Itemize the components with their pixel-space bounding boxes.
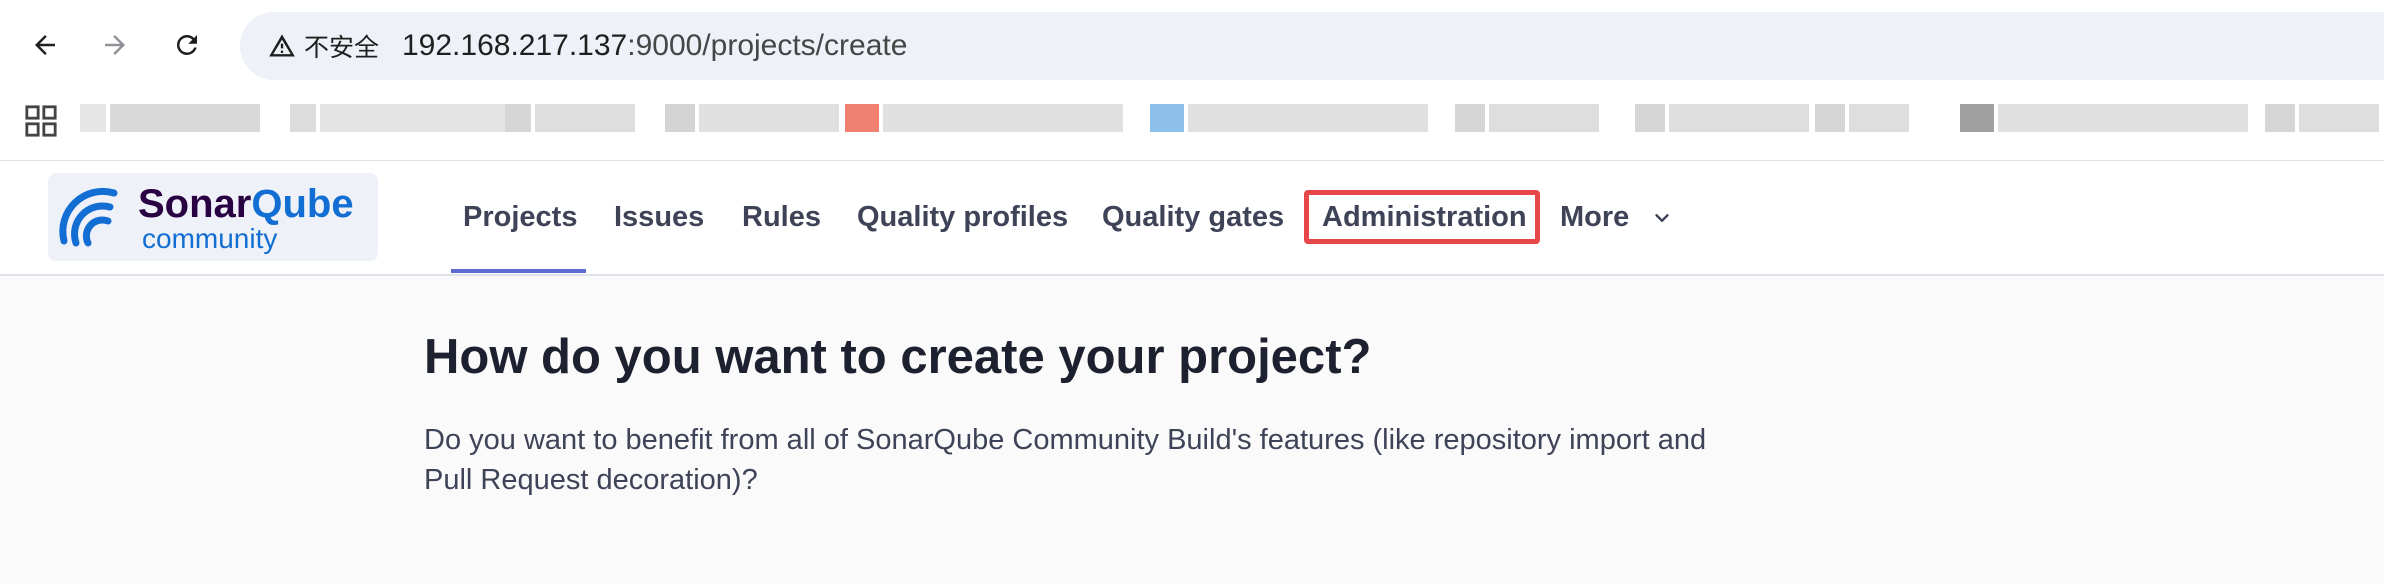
url-path: :9000/projects/create xyxy=(627,29,908,62)
back-button[interactable] xyxy=(22,22,68,68)
page-description: Do you want to benefit from all of Sonar… xyxy=(424,424,1707,496)
reload-button[interactable] xyxy=(164,22,210,68)
url-text[interactable]: 192.168.217.137:9000/projects/create xyxy=(402,26,907,66)
chevron-down-icon xyxy=(1655,214,1670,223)
logo-word-qube: Qube xyxy=(251,182,354,226)
nav-quality-gates[interactable]: Quality gates xyxy=(1102,197,1284,237)
active-tab-indicator xyxy=(451,269,586,273)
arrow-left-icon xyxy=(35,35,55,55)
warning-icon xyxy=(269,34,295,57)
logo-word-sonar: Sonar xyxy=(138,182,252,226)
bookmark-item[interactable] xyxy=(290,104,510,132)
page-title: How do you want to create your project? xyxy=(424,330,1372,384)
forward-button[interactable] xyxy=(92,22,138,68)
reload-icon xyxy=(176,34,197,55)
bookmark-item[interactable] xyxy=(1815,104,1909,132)
bookmark-item[interactable] xyxy=(1150,104,1428,132)
bookmark-item[interactable] xyxy=(80,104,260,132)
nav-more-label: More xyxy=(1560,201,1630,233)
arrow-right-icon xyxy=(105,35,125,55)
bookmark-item[interactable] xyxy=(1960,104,2248,132)
app-header: SonarQube community Projects Issues Rule… xyxy=(0,161,2384,276)
sonarqube-logo[interactable]: SonarQube community xyxy=(48,173,378,261)
administration-highlight-box xyxy=(1304,190,1540,244)
bookmark-item[interactable] xyxy=(505,104,635,132)
address-bar[interactable]: 不安全 192.168.217.137:9000/projects/create xyxy=(240,12,2384,80)
bookmark-item[interactable] xyxy=(2265,104,2379,132)
bookmark-item[interactable] xyxy=(665,104,839,132)
nav-rules[interactable]: Rules xyxy=(742,197,821,237)
logo-edition: community xyxy=(142,223,278,254)
url-host: 192.168.217.137 xyxy=(402,29,628,62)
browser-toolbar: 不安全 192.168.217.137:9000/projects/create xyxy=(0,0,2384,92)
bookmark-item[interactable] xyxy=(1635,104,1809,132)
sonar-waves-icon xyxy=(59,187,118,247)
nav-issues[interactable]: Issues xyxy=(614,197,704,237)
security-chip[interactable]: 不安全 xyxy=(254,22,393,70)
logo-wordmark: SonarQube xyxy=(138,181,354,227)
bookmark-item[interactable] xyxy=(845,104,1123,132)
nav-projects[interactable]: Projects xyxy=(463,197,577,237)
apps-grid-icon[interactable] xyxy=(24,104,58,138)
bookmark-item[interactable] xyxy=(1455,104,1599,132)
nav-more[interactable]: More xyxy=(1560,197,1673,237)
nav-quality-profiles[interactable]: Quality profiles xyxy=(857,197,1068,237)
bookmarks-bar xyxy=(0,92,2384,161)
security-label: 不安全 xyxy=(304,33,380,62)
